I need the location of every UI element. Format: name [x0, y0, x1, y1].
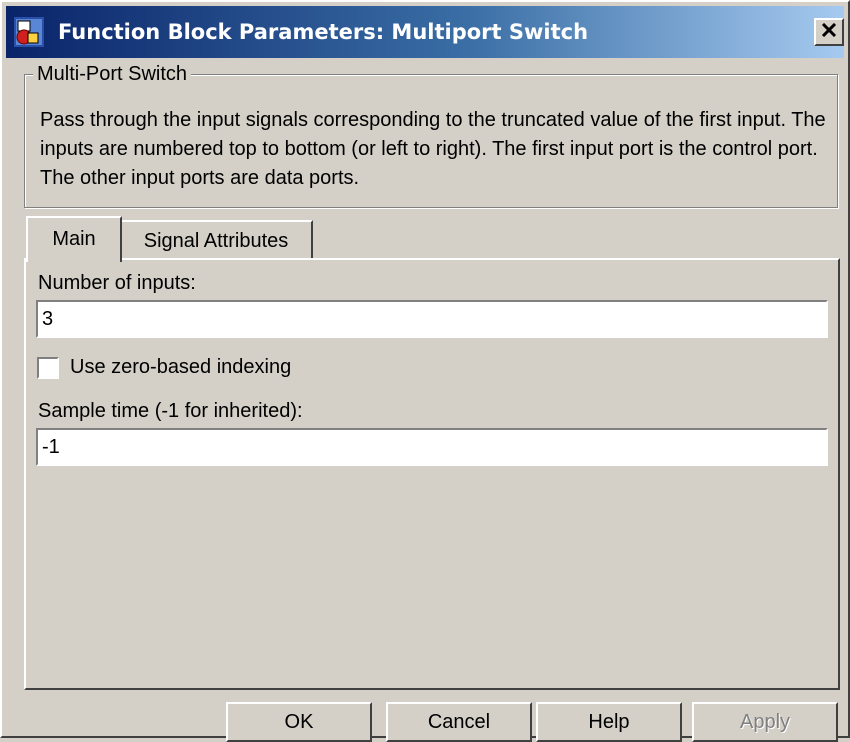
dialog-window: Function Block Parameters: Multiport Swi… — [0, 0, 850, 742]
help-button[interactable]: Help — [536, 702, 682, 742]
ok-button[interactable]: OK — [226, 702, 372, 742]
tab-main-label: Main — [52, 228, 96, 250]
group-legend: Multi-Port Switch — [33, 62, 192, 86]
sample-time-field[interactable]: -1 — [36, 428, 828, 466]
close-icon — [821, 22, 837, 42]
sample-time-label: Sample time (-1 for inherited): — [38, 400, 303, 422]
tab-signal-attributes-label: Signal Attributes — [143, 230, 289, 252]
close-button[interactable] — [814, 18, 844, 46]
block-description: Pass through the input signals correspon… — [40, 109, 826, 189]
title-bar[interactable]: Function Block Parameters: Multiport Swi… — [6, 6, 844, 58]
simulink-block-icon — [14, 17, 44, 47]
tab-signal-attributes[interactable]: Signal Attributes — [119, 220, 313, 260]
number-of-inputs-label: Number of inputs: — [38, 272, 196, 294]
zero-based-indexing-label: Use zero-based indexing — [70, 356, 292, 378]
apply-button[interactable]: Apply — [692, 702, 838, 742]
zero-based-indexing-checkbox[interactable] — [37, 357, 59, 379]
tab-main[interactable]: Main — [26, 216, 122, 262]
number-of-inputs-field[interactable]: 3 — [36, 300, 828, 338]
cancel-button[interactable]: Cancel — [386, 702, 532, 742]
window-title: Function Block Parameters: Multiport Swi… — [58, 20, 589, 44]
